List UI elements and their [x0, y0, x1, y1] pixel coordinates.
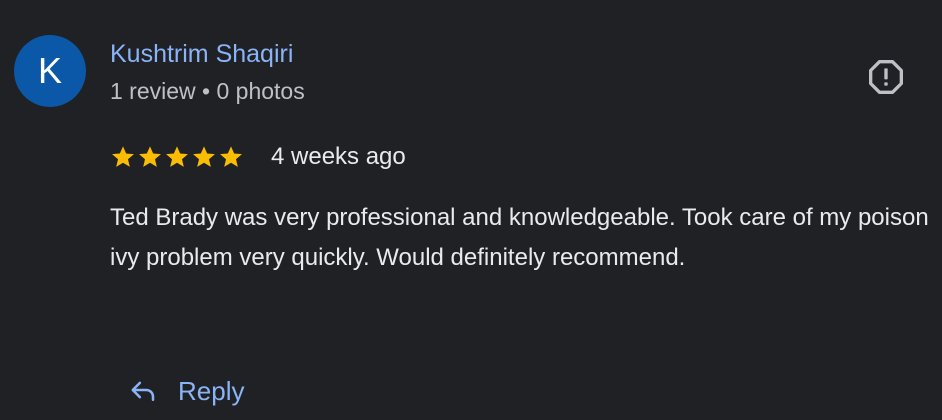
report-icon[interactable]	[866, 57, 906, 97]
review-date: 4 weeks ago	[271, 143, 406, 170]
reply-button[interactable]: Reply	[128, 370, 244, 412]
reply-label: Reply	[178, 375, 245, 406]
author-name-link[interactable]: Kushtrim Shaqiri	[110, 40, 293, 69]
star-icon	[193, 146, 215, 167]
star-icon	[166, 146, 188, 167]
star-icon	[220, 146, 242, 167]
review-text: Ted Brady was very professional and know…	[110, 204, 929, 271]
star-rating	[110, 144, 244, 170]
reply-arrow-icon	[131, 381, 155, 401]
avatar[interactable]: K	[14, 35, 86, 107]
rating-row: 4 weeks ago	[110, 140, 406, 174]
star-icon	[112, 146, 134, 167]
avatar-initial: K	[37, 50, 62, 91]
star-icon	[139, 146, 161, 167]
author-review-count: 1 review • 0 photos	[110, 78, 305, 104]
review-card: K Kushtrim Shaqiri 1 review • 0 photos 4…	[0, 0, 942, 420]
